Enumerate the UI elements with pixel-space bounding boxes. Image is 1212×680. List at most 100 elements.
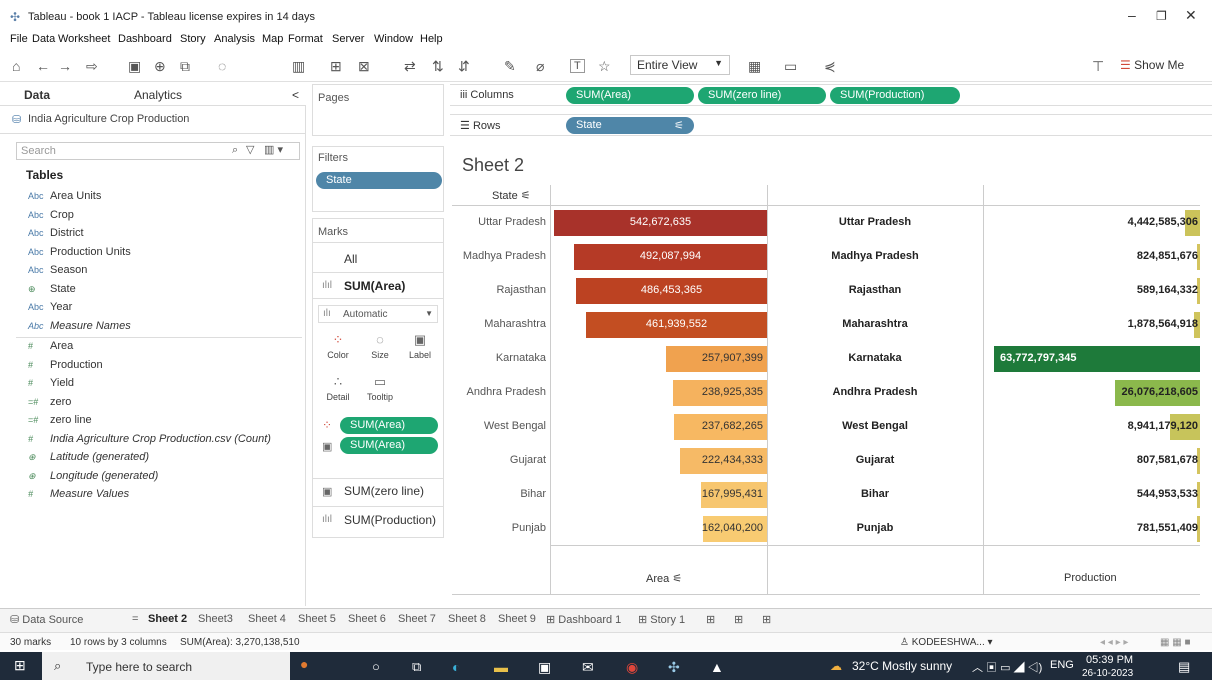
state-text-label[interactable]: Maharashtra bbox=[768, 318, 982, 330]
show-me-button[interactable]: ☰ Show Me bbox=[1120, 58, 1184, 72]
menu-worksheet[interactable]: Worksheet bbox=[58, 33, 110, 45]
data-source-name[interactable]: India Agriculture Crop Production bbox=[28, 113, 189, 125]
sheet-tab[interactable]: Sheet 4 bbox=[248, 613, 286, 625]
duplicate-icon[interactable]: ⧉ bbox=[180, 58, 190, 75]
marks-zero-line-tab[interactable]: SUM(zero line) bbox=[344, 484, 424, 498]
swap-icon[interactable]: ⇄ bbox=[404, 58, 416, 75]
mark-pill-color-sum-area[interactable]: SUM(Area) bbox=[340, 417, 438, 434]
rows-shelf[interactable] bbox=[450, 114, 1212, 136]
duplicate-sheet-icon[interactable]: ⊞ bbox=[330, 58, 342, 75]
menu-server[interactable]: Server bbox=[332, 33, 364, 45]
photos-icon[interactable]: ▲ bbox=[710, 659, 724, 675]
mark-type-select[interactable]: ılı Automatic ▼ bbox=[318, 305, 438, 323]
sheet-tab[interactable]: Sheet 9 bbox=[498, 613, 536, 625]
sheet-tab[interactable]: Sheet 2 bbox=[148, 613, 187, 625]
row-label-state[interactable]: Karnataka bbox=[452, 352, 546, 364]
state-text-label[interactable]: Gujarat bbox=[768, 454, 982, 466]
windows-start-icon[interactable]: ⊞ bbox=[14, 657, 26, 674]
pin-icon[interactable]: ⊤ bbox=[1092, 58, 1104, 75]
state-text-label[interactable]: Karnataka bbox=[768, 352, 982, 364]
field-dimension[interactable]: Abc Crop bbox=[28, 209, 74, 225]
field-measure[interactable]: # India Agriculture Crop Production.csv (… bbox=[28, 433, 271, 449]
state-text-label[interactable]: Bihar bbox=[768, 488, 982, 500]
store-icon[interactable]: ▣ bbox=[538, 659, 551, 676]
clock-time[interactable]: 05:39 PM bbox=[1086, 654, 1133, 666]
row-label-state[interactable]: Rajasthan bbox=[452, 284, 546, 296]
home-icon[interactable]: ⌂ bbox=[12, 58, 20, 74]
tab-data[interactable]: Data bbox=[24, 88, 50, 102]
state-text-label[interactable]: Madhya Pradesh bbox=[768, 250, 982, 262]
clear-icon[interactable]: ◌ bbox=[218, 58, 226, 74]
file-explorer-icon[interactable]: ▬ bbox=[494, 659, 508, 675]
save-icon[interactable]: ▣ bbox=[128, 58, 141, 75]
pumpkin-widget-icon[interactable]: ● bbox=[300, 656, 308, 672]
sheet-tab[interactable]: Sheet 7 bbox=[398, 613, 436, 625]
show-cards-icon[interactable]: ▦ bbox=[748, 58, 761, 75]
language-indicator[interactable]: ENG bbox=[1050, 659, 1074, 671]
sheet-tab[interactable]: Sheet 8 bbox=[448, 613, 486, 625]
row-label-state[interactable]: Uttar Pradesh bbox=[452, 216, 546, 228]
field-dimension[interactable]: Abc Season bbox=[28, 264, 87, 280]
notifications-icon[interactable]: ▤ bbox=[1178, 659, 1190, 675]
field-measure[interactable]: ⊕ Latitude (generated) bbox=[28, 451, 149, 467]
field-dimension[interactable]: Abc Year bbox=[28, 301, 72, 317]
highlight-icon[interactable]: ✎ bbox=[504, 58, 516, 75]
color-button[interactable]: ⁘ Color bbox=[320, 332, 356, 368]
menu-window[interactable]: Window bbox=[374, 33, 413, 45]
label-button[interactable]: ▣ Label bbox=[402, 332, 438, 368]
state-text-label[interactable]: Rajasthan bbox=[768, 284, 982, 296]
state-text-label[interactable]: Punjab bbox=[768, 522, 982, 534]
new-worksheet-tab-icon[interactable]: ⊞ bbox=[706, 613, 715, 626]
clock-date[interactable]: 26-10-2023 bbox=[1082, 668, 1133, 679]
row-label-state[interactable]: West Bengal bbox=[452, 420, 546, 432]
new-worksheet-icon[interactable]: ⊕ bbox=[154, 58, 166, 75]
search-input[interactable]: Search bbox=[16, 142, 300, 160]
marks-all-tab[interactable]: All bbox=[344, 252, 357, 266]
state-text-label[interactable]: West Bengal bbox=[768, 420, 982, 432]
x-axis-label-area[interactable]: Area ⚟ bbox=[646, 572, 682, 585]
field-dimension[interactable]: Abc Production Units bbox=[28, 246, 131, 262]
show-labels-icon[interactable]: T bbox=[570, 59, 585, 73]
sheet-tab[interactable]: ⊞ Dashboard 1 bbox=[546, 613, 621, 626]
menu-data[interactable]: Data bbox=[32, 33, 55, 45]
x-axis-label-production[interactable]: Production bbox=[1064, 572, 1117, 584]
cortana-icon[interactable]: ○ bbox=[372, 659, 380, 674]
sheet-tab[interactable]: ⊞ Story 1 bbox=[638, 613, 685, 626]
close-button[interactable]: ✕ bbox=[1185, 7, 1197, 24]
field-dimension[interactable]: Abc Measure Names bbox=[28, 320, 131, 336]
back-icon[interactable]: ← bbox=[36, 58, 50, 74]
menu-help[interactable]: Help bbox=[420, 33, 443, 45]
mail-icon[interactable]: ✉ bbox=[582, 659, 594, 676]
row-label-state[interactable]: Gujarat bbox=[452, 454, 546, 466]
forward-icon[interactable]: → bbox=[58, 58, 72, 74]
presentation-icon[interactable]: ▭ bbox=[784, 58, 797, 75]
row-label-state[interactable]: Andhra Pradesh bbox=[452, 386, 547, 398]
menu-dashboard[interactable]: Dashboard bbox=[118, 33, 172, 45]
field-dimension[interactable]: Abc Area Units bbox=[28, 190, 101, 206]
field-measure[interactable]: =# zero line bbox=[28, 414, 92, 430]
new-dashboard-tab-icon[interactable]: ⊞ bbox=[734, 613, 743, 626]
filter-pill-state[interactable]: State bbox=[316, 172, 442, 189]
weather-text[interactable]: 32°C Mostly sunny bbox=[852, 659, 952, 673]
field-measure[interactable]: =# zero bbox=[28, 396, 71, 412]
field-measure[interactable]: ⊕ Longitude (generated) bbox=[28, 470, 158, 486]
menu-format[interactable]: Format bbox=[288, 33, 323, 45]
maximize-button[interactable]: ❐ bbox=[1156, 9, 1167, 23]
rows-pill-state[interactable]: State ⚟ bbox=[566, 117, 694, 134]
sheet-sorter-icon[interactable]: = bbox=[132, 613, 138, 625]
columns-pill-sum-production[interactable]: SUM(Production) bbox=[830, 87, 960, 104]
chrome-icon[interactable]: ◉ bbox=[626, 659, 638, 676]
detail-button[interactable]: ∴ Detail bbox=[320, 374, 356, 410]
tab-analytics[interactable]: Analytics bbox=[134, 88, 182, 102]
tooltip-button[interactable]: ▭ Tooltip bbox=[362, 374, 398, 410]
marks-production-tab[interactable]: SUM(Production) bbox=[344, 513, 436, 527]
columns-pill-sum-zero-line[interactable]: SUM(zero line) bbox=[698, 87, 826, 104]
minimize-button[interactable]: – bbox=[1128, 7, 1136, 23]
menu-story[interactable]: Story bbox=[180, 33, 206, 45]
user-menu[interactable]: ♙ KODEESHWA... ▾ bbox=[900, 637, 993, 648]
sheet-nav-icon[interactable]: ◂ ◂ ▸ ▸ bbox=[1100, 637, 1128, 648]
sheet-tab[interactable]: Sheet 6 bbox=[348, 613, 386, 625]
size-button[interactable]: ◌ Size bbox=[362, 332, 398, 368]
state-text-label[interactable]: Uttar Pradesh bbox=[768, 216, 982, 228]
sort-desc-icon[interactable]: ⇵ bbox=[458, 58, 470, 75]
